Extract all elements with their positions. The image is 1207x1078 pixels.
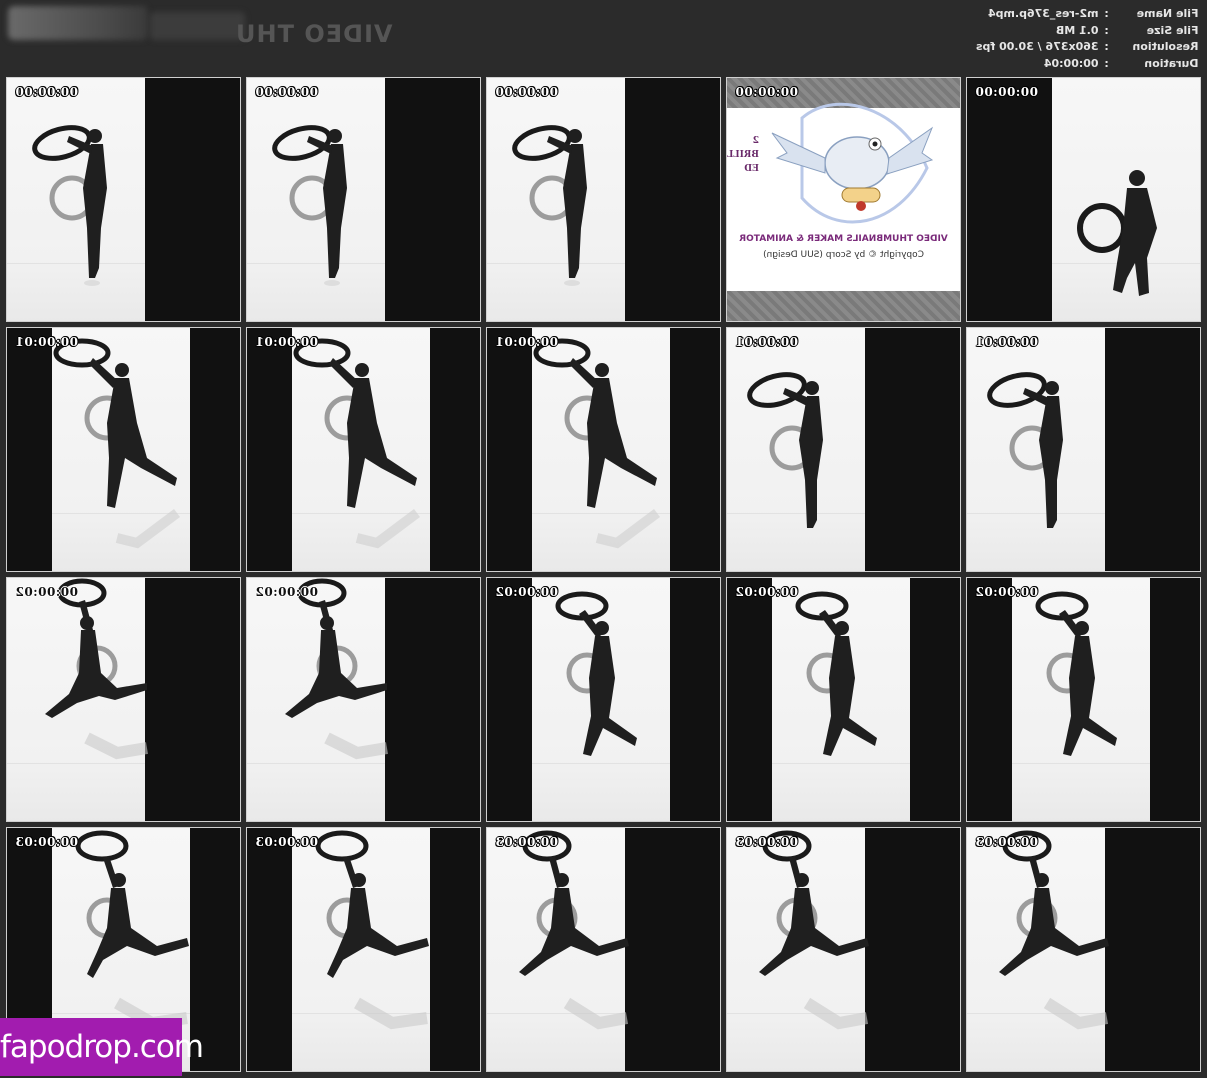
frame-timestamp: 00:00:02 <box>975 585 1038 599</box>
thumbnail-frame: 00:00:00 <box>6 77 241 322</box>
thumbnail-frame: 00:00:02 <box>966 577 1201 822</box>
thumbnail-grid: 00:00:00 00:00:00 00:00:00 2 BRILL ED VI… <box>6 77 1202 1073</box>
frame-timestamp: 00:00:02 <box>255 585 318 599</box>
thumbnail-frame: 00:00:01 <box>246 327 481 572</box>
header-watermark-title: VIDEO THU <box>235 20 393 48</box>
frame-timestamp: 00:00:03 <box>255 835 318 849</box>
promo-copyright: Copyright © by Scorp (SUU Design) <box>763 250 924 260</box>
gymnast-figure-icon <box>315 830 429 1030</box>
frame-timestamp: 00:00:03 <box>495 835 558 849</box>
thumbnail-frame: 00:00:00 <box>966 77 1201 322</box>
thumbnail-frame: 00:00:00 <box>246 77 481 322</box>
frame-timestamp: 00:00:03 <box>735 835 798 849</box>
site-watermark-badge: fapodrop.com <box>0 1018 204 1076</box>
frame-timestamp: 00:00:03 <box>975 835 1038 849</box>
thumbnail-frame: 00:00:02 <box>246 577 481 822</box>
thumbnail-frame: 00:00:03 <box>486 827 721 1072</box>
thumbnail-frame: 00:00:01 <box>726 327 961 572</box>
gymnast-figure-icon <box>512 125 587 286</box>
gymnast-figure-icon <box>53 338 180 549</box>
gymnast-figure-icon <box>519 830 629 1030</box>
info-separator: : <box>1104 56 1110 70</box>
info-separator: : <box>1104 23 1110 37</box>
promo-side-line: BRILL <box>727 150 759 160</box>
gymnast-figure-icon <box>747 372 823 528</box>
thumbnail-frame: 00:00:03 <box>246 827 481 1072</box>
info-value: 360x376 / 30.00 fps <box>976 40 1099 53</box>
info-value: 0.1 MB <box>1056 23 1099 37</box>
gymnast-figure-icon <box>999 830 1109 1030</box>
info-value: 00:00:04 <box>1044 56 1099 70</box>
promo-side-text: 2 BRILL ED <box>727 134 759 176</box>
info-value: m2-res_376p.mp4 <box>988 7 1099 20</box>
info-row-file-size: File Size : 0.1 MB <box>976 23 1199 40</box>
gymnast-figure-icon <box>285 578 388 760</box>
thumbnail-frame: 00:00:03 <box>726 827 961 1072</box>
promo-title: VIDEO THUMBNAILS MAKER & ANIMATOR <box>739 234 948 244</box>
frame-timestamp: 00:00:02 <box>735 585 798 599</box>
frame-timestamp: 00:00:00 <box>255 85 318 99</box>
info-label: File Name <box>1137 7 1199 20</box>
promo-side-line: ED <box>744 164 759 174</box>
thumbnail-frame: 00:00:01 <box>966 327 1201 572</box>
info-separator: : <box>1104 7 1110 20</box>
frame-timestamp: 00:00:00 <box>975 85 1038 99</box>
thumbnail-frame: 00:00:00 <box>486 77 721 322</box>
frame-timestamp: 00:00:01 <box>255 335 318 349</box>
thumbnail-frame: 00:00:01 <box>6 327 241 572</box>
info-separator: : <box>1104 40 1110 53</box>
owl-mascot-icon <box>771 102 934 224</box>
promo-side-line: 2 <box>752 136 759 146</box>
thumbnail-frame: 00:00:02 <box>6 577 241 822</box>
gymnast-figure-icon <box>45 578 148 760</box>
thumbnail-frame: 00:00:02 <box>726 577 961 822</box>
file-info-panel: File Name : m2-res_376p.mp4 File Size : … <box>976 6 1199 72</box>
info-row-resolution: Resolution : 360x376 / 30.00 fps <box>976 39 1199 56</box>
info-label: File Size <box>1147 23 1199 37</box>
gymnast-figure-icon <box>32 125 107 286</box>
frame-timestamp: 00:00:01 <box>735 335 798 349</box>
info-label: Duration <box>1144 56 1199 70</box>
info-label: Resolution <box>1132 40 1199 53</box>
frame-timestamp: 00:00:00 <box>735 85 798 99</box>
frame-timestamp: 00:00:01 <box>495 335 558 349</box>
gymnast-figure-icon <box>795 591 877 756</box>
gymnast-figure-icon <box>987 372 1063 528</box>
gymnast-figure-icon <box>272 125 347 286</box>
thumbnail-frame: 00:00:03 <box>966 827 1201 1072</box>
frame-timestamp: 00:00:02 <box>15 585 78 599</box>
gymnast-figure-icon <box>1077 170 1157 296</box>
gymnast-figure-icon <box>555 591 637 756</box>
gymnast-figure-icon <box>533 338 660 549</box>
frame-timestamp: 00:00:03 <box>15 835 78 849</box>
frame-timestamp: 00:00:02 <box>495 585 558 599</box>
gymnast-figure-icon <box>1035 591 1117 756</box>
gymnast-figure-icon <box>759 830 869 1030</box>
info-row-duration: Duration : 00:00:04 <box>976 56 1199 73</box>
blurred-logo <box>8 6 148 40</box>
frame-timestamp: 00:00:01 <box>975 335 1038 349</box>
frame-timestamp: 00:00:01 <box>15 335 78 349</box>
frame-timestamp: 00:00:00 <box>495 85 558 99</box>
info-row-file-name: File Name : m2-res_376p.mp4 <box>976 6 1199 23</box>
thumbnail-frame: 00:00:01 <box>486 327 721 572</box>
thumbnail-frame: 2 BRILL ED VIDEO THUMBNAILS MAKER & ANIM… <box>726 77 961 322</box>
frame-timestamp: 00:00:00 <box>15 85 78 99</box>
thumbnail-frame: 00:00:02 <box>486 577 721 822</box>
sheet-header: VIDEO THU File Name : m2-res_376p.mp4 Fi… <box>0 0 1207 74</box>
gymnast-figure-icon <box>293 338 420 549</box>
blurred-logo-tail <box>150 12 245 40</box>
